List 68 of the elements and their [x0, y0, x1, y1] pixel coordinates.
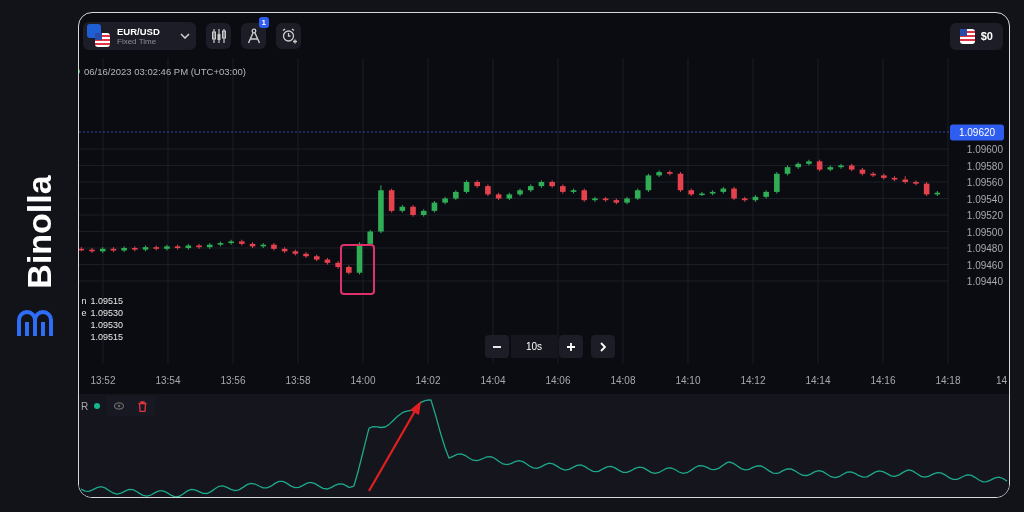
compass-icon — [245, 28, 262, 44]
time-tick: 13:54 — [155, 375, 181, 386]
time-tick: 14:04 — [480, 375, 506, 386]
candlestick — [228, 239, 234, 246]
legend-label: n — [81, 296, 87, 306]
legend-value: 1.09530 — [90, 320, 123, 330]
candlestick — [645, 173, 652, 193]
instrument-mode: Fixed Time — [117, 37, 158, 46]
price-tick: 1.09520 — [966, 210, 1003, 221]
price-tick: 1.09600 — [966, 144, 1003, 155]
price-tick: 1.09500 — [966, 226, 1003, 238]
highlight-frame — [340, 244, 375, 295]
flag-icon — [959, 28, 975, 44]
interval-label: 10s — [511, 335, 557, 358]
legend-value: 1.09515 — [90, 332, 123, 342]
price-tick: 1.09540 — [966, 193, 1003, 205]
status-dot — [94, 403, 101, 409]
time-tick: 14:08 — [610, 375, 636, 386]
instrument-selector[interactable]: EUR/USD Fixed Time — [83, 22, 196, 50]
price-tick: 1.09440 — [966, 276, 1003, 287]
chevron-right-icon — [600, 341, 606, 352]
balance-button[interactable]: $0 — [949, 22, 1003, 50]
legend-value: 1.09515 — [90, 296, 123, 306]
trash-icon[interactable] — [138, 400, 148, 412]
brand-name: Binolla — [19, 174, 59, 291]
current-price-label: 1.09620 — [950, 124, 1004, 141]
currency-pair-icon — [87, 24, 111, 48]
candlestick — [763, 189, 769, 199]
candlestick — [774, 171, 780, 195]
candlestick — [656, 169, 662, 178]
time-tick: 14 — [995, 375, 1007, 386]
price-tick: 1.09560 — [966, 177, 1003, 188]
time-tick: 14:00 — [350, 375, 376, 386]
price-tick: 1.09480 — [966, 243, 1003, 254]
drawings-button[interactable] — [241, 23, 266, 49]
alarm-icon — [280, 28, 297, 44]
zoom-out-button[interactable] — [485, 335, 509, 358]
logo-icon — [15, 310, 55, 338]
instrument-symbol: EUR/USD — [117, 26, 161, 37]
price-tick: 1.09460 — [966, 259, 1003, 271]
timestamp: 06/16/2023 03:02:46 PM (UTC+03:00) — [84, 66, 246, 77]
time-tick: 14:18 — [935, 375, 961, 386]
chevron-down-icon — [180, 33, 190, 39]
eye-icon[interactable] — [114, 402, 125, 410]
candlestick — [806, 159, 812, 166]
candles-icon — [210, 28, 227, 44]
time-tick: 14:16 — [870, 375, 896, 386]
time-tick: 13:58 — [285, 375, 311, 386]
zoom-in-button[interactable] — [559, 335, 583, 358]
indicators-button[interactable] — [206, 23, 231, 49]
time-tick: 14:12 — [740, 375, 766, 386]
count-badge: 1 — [258, 17, 269, 28]
time-tick: 14:14 — [805, 375, 831, 386]
candlestick — [388, 188, 395, 214]
candlestick — [913, 179, 919, 186]
alert-button[interactable] — [276, 23, 301, 49]
plus-icon — [566, 341, 576, 352]
legend-value: 1.09530 — [90, 308, 123, 318]
legend-label: e — [81, 308, 87, 318]
time-tick: 13:52 — [90, 375, 116, 386]
indicator-label: R — [81, 400, 89, 412]
scroll-right-button[interactable] — [591, 335, 615, 358]
price-tick: 1.09580 — [966, 160, 1003, 172]
candlestick — [549, 179, 555, 189]
time-tick: 14:02 — [415, 375, 441, 386]
time-tick: 14:06 — [545, 375, 571, 386]
time-tick: 14:10 — [675, 375, 701, 386]
time-tick: 13:56 — [220, 375, 246, 386]
